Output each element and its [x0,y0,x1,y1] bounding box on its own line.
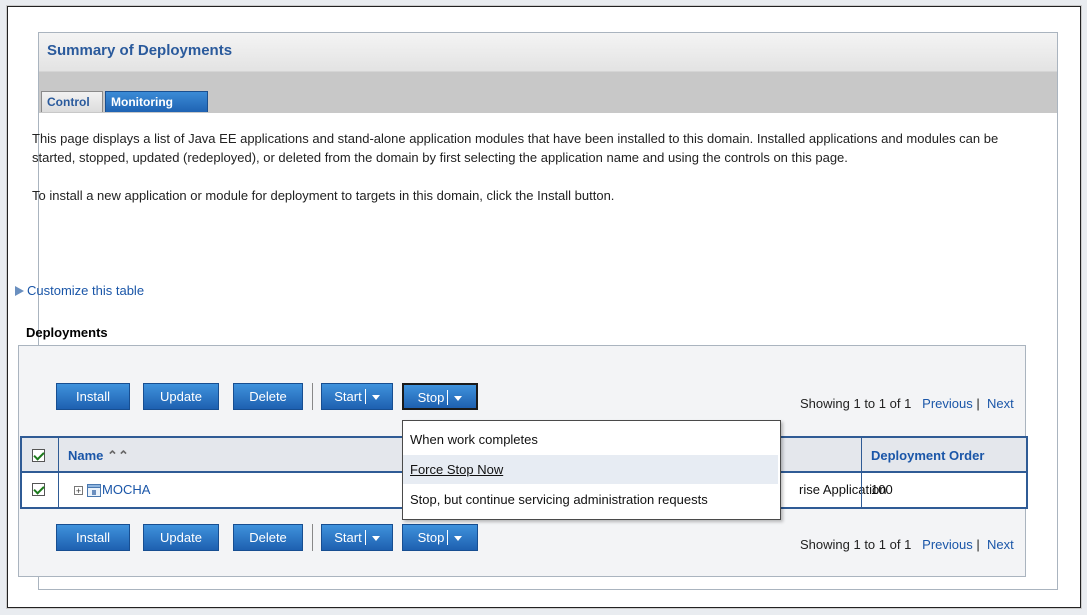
menu-item-when-work-completes[interactable]: When work completes [403,425,778,454]
delete-button[interactable]: Delete [233,383,303,410]
paging-status: Showing 1 to 1 of 1 [800,396,912,411]
chevron-down-icon [371,536,380,541]
page-frame: Summary of Deployments Control Monitorin… [7,6,1081,608]
row-checkbox[interactable] [32,483,45,496]
divider [364,389,366,404]
delete-button[interactable]: Delete [233,524,303,551]
expand-icon[interactable]: + [74,486,83,496]
expand-triangle-icon [15,286,24,296]
divider [364,530,366,545]
pagination-bottom: Showing 1 to 1 of 1 Previous | Next [800,537,1014,552]
menu-item-stop-continue-admin[interactable]: Stop, but continue servicing administrat… [403,485,778,514]
application-icon [87,484,101,497]
install-button[interactable]: Install [56,383,130,410]
column-divider [58,438,59,471]
select-all-checkbox[interactable] [32,449,45,462]
column-divider [58,473,59,507]
start-label: Start [334,530,362,545]
description-paragraph: This page displays a list of Java EE app… [32,131,999,165]
stop-label: Stop [417,530,445,545]
title-bar: Summary of Deployments [39,33,1057,72]
deployments-heading: Deployments [26,325,108,340]
tab-monitoring[interactable]: Monitoring [105,91,208,112]
previous-link[interactable]: Previous [922,537,973,552]
chevron-down-icon [454,396,463,401]
toolbar-divider [312,524,313,551]
pagination-top: Showing 1 to 1 of 1 Previous | Next [800,396,1014,411]
column-divider [861,438,862,471]
deployment-order-value: 100 [871,482,893,497]
column-header-name[interactable]: Name ⌃⌃ [68,448,129,464]
column-divider [861,473,862,507]
install-button[interactable]: Install [56,524,130,551]
chevron-down-icon [371,395,380,400]
divider [447,390,449,405]
update-button[interactable]: Update [143,383,219,410]
column-header-deployment-order[interactable]: Deployment Order [871,448,984,463]
customize-table-link[interactable]: Customize this table [15,283,144,298]
update-button[interactable]: Update [143,524,219,551]
chevron-down-icon [454,536,463,541]
install-instruction: To install a new application or module f… [32,188,615,203]
next-link[interactable]: Next [987,537,1014,552]
previous-link[interactable]: Previous [922,396,973,411]
stop-dropdown-button[interactable]: Stop [402,383,478,410]
stop-dropdown-menu: When work completes Force Stop Now Stop,… [402,420,781,520]
paging-status: Showing 1 to 1 of 1 [800,537,912,552]
application-name-link[interactable]: MOCHA [102,482,150,497]
stop-dropdown-button[interactable]: Stop [402,524,478,551]
name-header-label: Name [68,448,104,463]
stop-label: Stop [417,390,445,405]
sort-icon: ⌃⌃ [107,448,129,463]
start-dropdown-button[interactable]: Start [321,524,393,551]
tab-bar: Control Monitoring [39,72,1057,113]
start-dropdown-button[interactable]: Start [321,383,393,410]
page-description: This page displays a list of Java EE app… [32,129,1022,224]
start-label: Start [334,389,362,404]
menu-item-force-stop-now[interactable]: Force Stop Now [403,455,778,484]
toolbar-divider [312,383,313,410]
customize-table-label: Customize this table [27,283,145,298]
next-link[interactable]: Next [987,396,1014,411]
page-title: Summary of Deployments [47,42,233,59]
divider [447,530,449,545]
tab-control[interactable]: Control [41,91,103,112]
